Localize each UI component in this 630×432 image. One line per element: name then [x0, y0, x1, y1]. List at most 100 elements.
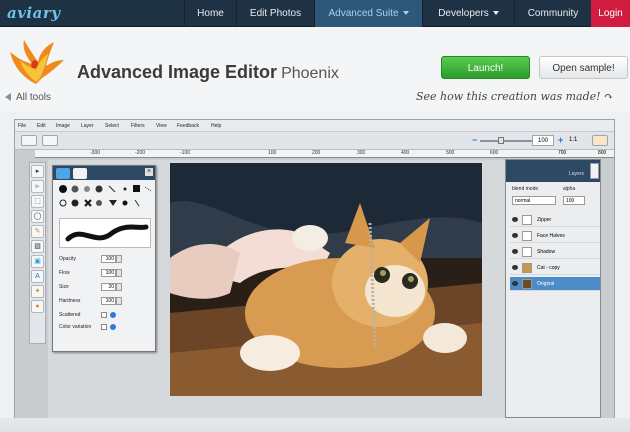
hardness-dropdown[interactable] [116, 297, 122, 305]
menu-file[interactable]: File [18, 123, 26, 129]
color-swatch-icon[interactable]: ● [31, 300, 44, 313]
menu-help[interactable]: Help [211, 123, 221, 129]
curved-arrow-icon: ↷ [604, 90, 614, 103]
blend-mode-select[interactable]: normal [512, 196, 556, 205]
alpha-label: alpha [563, 186, 576, 192]
eye-icon[interactable] [512, 265, 518, 270]
shape-tool-icon[interactable]: ▣ [31, 255, 44, 268]
flow-label: Flow [59, 270, 70, 276]
ruler-tick: -100 [180, 150, 191, 156]
zoom-in-icon[interactable]: + [558, 135, 563, 145]
menu-feedback[interactable]: Feedback [177, 123, 199, 129]
layer-thumbnail [522, 231, 532, 241]
brush-tool-icon[interactable]: ✎ [31, 225, 44, 238]
color-variation-checkbox[interactable] [101, 324, 107, 330]
flow-input[interactable]: 100 [101, 269, 116, 277]
zoom-slider[interactable] [480, 140, 532, 142]
layer-row[interactable]: Face Halves [510, 229, 600, 243]
marquee-tool-icon[interactable]: ⬚ [31, 195, 44, 208]
see-how-link[interactable]: See how this creation was made! ↷ [416, 90, 613, 103]
layer-thumbnail [522, 263, 532, 273]
ruler-tick: 400 [401, 150, 410, 156]
undo-button[interactable] [21, 135, 37, 146]
clone-tool-icon[interactable]: ✦ [31, 285, 44, 298]
info-icon[interactable] [110, 324, 116, 330]
all-tools-link[interactable]: All tools [5, 92, 51, 103]
tools-palette: ▸ ▹ ⬚ ◯ ✎ ▧ ▣ A ✦ ● [29, 162, 46, 344]
nav-advanced-suite[interactable]: Advanced Suite [314, 0, 422, 27]
brush-preview [59, 218, 151, 248]
opacity-dropdown[interactable] [116, 255, 122, 263]
fill-tool-icon[interactable]: ▧ [31, 240, 44, 253]
hardness-input[interactable]: 100 [101, 297, 116, 305]
zoom-out-icon[interactable]: − [472, 135, 477, 145]
cat-photo [170, 163, 482, 396]
nav-edit-photos[interactable]: Edit Photos [236, 0, 314, 27]
editor-window: File Edit Image Layer Select Filters Vie… [14, 119, 615, 419]
blend-mode-label: blend mode [512, 186, 539, 192]
ruler-tick: 500 [446, 150, 455, 156]
scattered-checkbox[interactable] [101, 312, 107, 318]
launch-button[interactable]: Launch! [441, 56, 530, 79]
zoom-input[interactable]: 100 [532, 135, 554, 146]
nav-community[interactable]: Community [514, 0, 591, 27]
opacity-input[interactable]: 100 [101, 255, 116, 263]
chevron-down-icon [492, 11, 499, 16]
phoenix-logo-icon [10, 40, 64, 84]
horizontal-ruler: -300 -200 -100 100 200 300 400 500 600 [35, 150, 520, 158]
aviary-logo[interactable]: aviary [7, 4, 60, 22]
ruler-tick: -200 [135, 150, 146, 156]
layer-name: Zipper [537, 217, 552, 223]
select-tool-icon[interactable]: ▹ [31, 180, 44, 193]
layer-row-selected[interactable]: Original [510, 277, 600, 291]
canvas-image [170, 163, 482, 396]
settings-icon[interactable] [592, 135, 608, 146]
menu-bar: File Edit Image Layer Select Filters Vie… [15, 120, 614, 132]
brush-presets[interactable] [57, 183, 153, 215]
lasso-tool-icon[interactable]: ◯ [31, 210, 44, 223]
zoom-slider-handle[interactable] [498, 137, 504, 144]
eye-icon[interactable] [512, 281, 518, 286]
layer-thumbnail [522, 247, 532, 257]
menu-edit[interactable]: Edit [37, 123, 46, 129]
eye-icon[interactable] [512, 233, 518, 238]
layer-thumbnail [522, 279, 532, 289]
all-tools-label: All tools [16, 92, 52, 103]
ruler-tick: 200 [312, 150, 321, 156]
redo-button[interactable] [42, 135, 58, 146]
menu-layer[interactable]: Layer [81, 123, 94, 129]
flow-dropdown[interactable] [116, 269, 122, 277]
text-tool-icon[interactable]: A [31, 270, 44, 283]
nav-developers[interactable]: Developers [422, 0, 514, 27]
open-sample-button[interactable]: Open sample! [539, 56, 628, 79]
eye-icon[interactable] [512, 217, 518, 222]
login-button[interactable]: Login [591, 0, 630, 27]
menu-filters[interactable]: Filters [131, 123, 145, 129]
alpha-select[interactable]: 100 [563, 196, 585, 205]
close-icon[interactable]: × [145, 168, 153, 176]
menu-select[interactable]: Select [105, 123, 119, 129]
layers-panel: Layers blend mode alpha normal 100 Zippe… [505, 159, 601, 418]
horizontal-ruler-right: 700 800 [520, 150, 614, 158]
menu-image[interactable]: Image [56, 123, 70, 129]
eraser-tab-icon[interactable] [73, 168, 87, 179]
layer-name: Original [537, 281, 555, 287]
info-icon[interactable] [110, 312, 116, 318]
layer-row[interactable]: Cat - copy [510, 261, 600, 275]
move-tool-icon[interactable]: ▸ [31, 165, 44, 178]
ruler-tick: 100 [268, 150, 277, 156]
ruler-tick: 600 [490, 150, 499, 156]
size-dropdown[interactable] [116, 283, 122, 291]
brush-panel-header: × [53, 166, 155, 180]
layers-menu-button[interactable] [590, 163, 599, 179]
color-variation-label: Color variation [59, 324, 92, 330]
brush-tab-icon[interactable] [56, 168, 70, 179]
menu-view[interactable]: View [156, 123, 167, 129]
layer-row[interactable]: Shadow [510, 245, 600, 259]
eye-icon[interactable] [512, 249, 518, 254]
back-arrow-icon [5, 93, 11, 102]
nav-home[interactable]: Home [184, 0, 236, 27]
layer-row[interactable]: Zipper [510, 213, 600, 227]
zoom-actual-size-button[interactable]: 1:1 [569, 137, 577, 143]
size-input[interactable]: 20 [101, 283, 116, 291]
